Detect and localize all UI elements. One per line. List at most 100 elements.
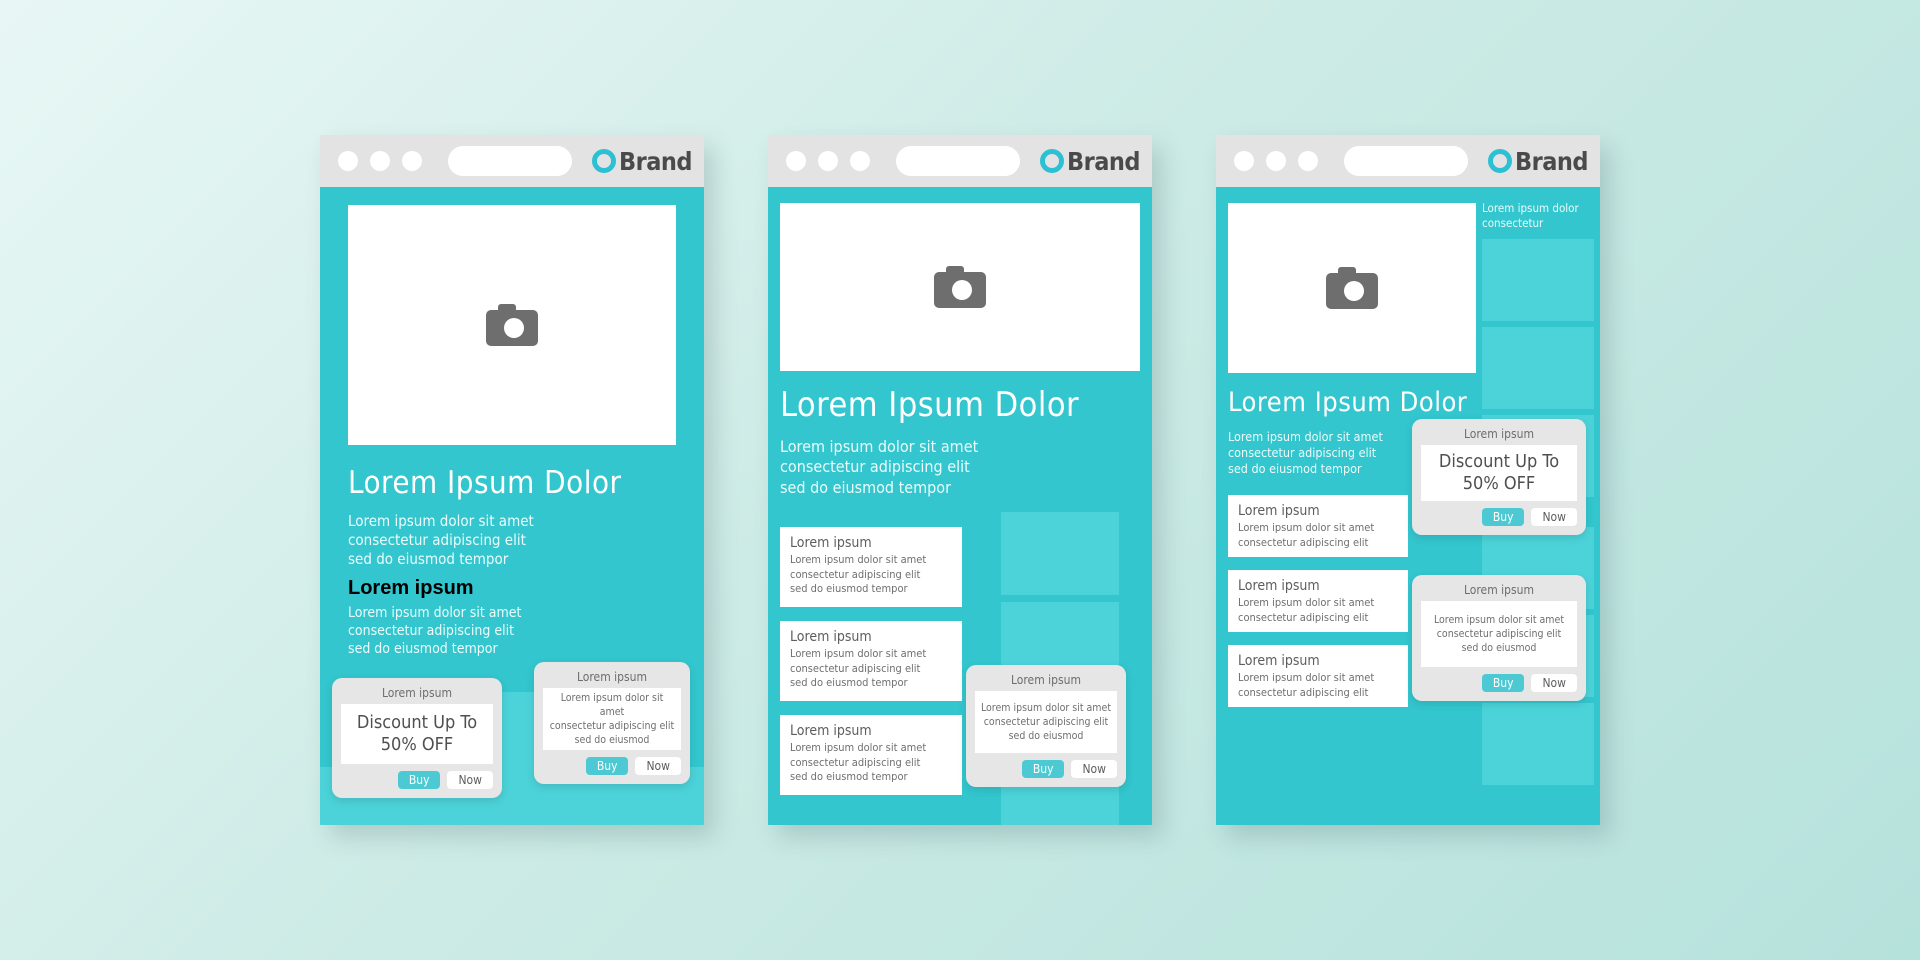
browser-chrome: Brand xyxy=(1216,135,1600,187)
list-item[interactable]: Lorem ipsum Lorem ipsum dolor sit amet c… xyxy=(780,621,962,701)
body-line: consectetur adipiscing elit xyxy=(790,661,921,675)
paragraph-line: sed do eiusmod tempor xyxy=(780,477,951,497)
brand-label: Brand xyxy=(1066,146,1141,176)
promo-actions: Buy Now xyxy=(1421,508,1577,526)
list-item-body: Lorem ipsum dolor sit amet consectetur a… xyxy=(790,741,952,785)
paragraph-line: sed do eiusmod tempor xyxy=(348,640,498,657)
list-item-body: Lorem ipsum dolor sit amet consectetur a… xyxy=(790,647,952,691)
discount-promo-card[interactable]: Lorem ipsum Discount Up To 50% OFF Buy N… xyxy=(1412,419,1586,535)
promo-body-line: sed do eiusmod xyxy=(574,734,650,747)
promo-actions: Buy Now xyxy=(975,760,1117,778)
brand-logo[interactable]: Brand xyxy=(1039,146,1141,176)
hero-image-placeholder xyxy=(348,205,676,445)
brand-logo[interactable]: Brand xyxy=(591,146,693,176)
paragraph-line: consectetur adipiscing elit xyxy=(780,457,970,477)
now-button[interactable]: Now xyxy=(1531,508,1577,526)
list-item[interactable]: Lorem ipsum Lorem ipsum dolor sit amet c… xyxy=(780,715,962,795)
hero-paragraph: Lorem ipsum dolor sit amet consectetur a… xyxy=(348,512,534,570)
sidebar-line: Lorem ipsum dolor xyxy=(1482,201,1579,215)
promo-caption: Lorem ipsum xyxy=(381,686,452,700)
list-item-title: Lorem ipsum xyxy=(790,629,872,645)
window-dot-icon xyxy=(370,151,390,171)
now-button[interactable]: Now xyxy=(1071,760,1117,778)
buy-button[interactable]: Buy xyxy=(585,757,629,775)
body-line: Lorem ipsum dolor sit amet xyxy=(790,553,927,566)
hero-paragraph: Lorem ipsum dolor sit amet consectetur a… xyxy=(1228,429,1383,477)
ring-logo-icon xyxy=(1039,149,1064,173)
sidebar-caption: Lorem ipsum dolor consectetur xyxy=(1482,201,1594,230)
brand-logo[interactable]: Brand xyxy=(1487,146,1589,176)
brand-label: Brand xyxy=(618,146,693,176)
now-button[interactable]: Now xyxy=(1531,674,1577,692)
promo-caption: Lorem ipsum xyxy=(576,670,647,684)
paragraph-line: sed do eiusmod tempor xyxy=(348,550,509,569)
discount-promo-card[interactable]: Lorem ipsum Discount Up To 50% OFF Buy N… xyxy=(332,678,502,798)
buy-button[interactable]: Buy xyxy=(1481,674,1525,692)
discount-headline: Discount Up To xyxy=(1438,451,1560,473)
window-dot-icon xyxy=(818,151,838,171)
paragraph-line: Lorem ipsum dolor sit amet xyxy=(348,605,522,621)
promo-actions: Buy Now xyxy=(341,771,493,789)
list-item[interactable]: Lorem ipsum Lorem ipsum dolor sit amet c… xyxy=(780,527,962,607)
promo-actions: Buy Now xyxy=(1421,674,1577,692)
address-bar-input[interactable] xyxy=(448,146,572,176)
list-item-title: Lorem ipsum xyxy=(790,535,872,551)
address-bar-input[interactable] xyxy=(896,146,1020,176)
paragraph-line: sed do eiusmod tempor xyxy=(1228,461,1362,476)
info-promo-card[interactable]: Lorem ipsum Lorem ipsum dolor sit amet c… xyxy=(966,665,1126,787)
ring-logo-icon xyxy=(1487,149,1512,173)
address-bar-input[interactable] xyxy=(1344,146,1468,176)
list-item[interactable]: Lorem ipsum Lorem ipsum dolor sit amet c… xyxy=(1228,645,1408,707)
body-line: sed do eiusmod tempor xyxy=(790,676,908,690)
body-line: sed do eiusmod tempor xyxy=(790,582,908,596)
section-subtitle: Lorem ipsum xyxy=(348,577,474,599)
paragraph-line: consectetur adipiscing elit xyxy=(348,531,526,550)
camera-icon xyxy=(486,304,538,346)
window-dot-icon xyxy=(1266,151,1286,171)
buy-button[interactable]: Buy xyxy=(1021,760,1065,778)
list-item-body: Lorem ipsum dolor sit amet consectetur a… xyxy=(790,553,952,597)
paragraph-line: consectetur adipiscing elit xyxy=(348,622,515,639)
buy-button[interactable]: Buy xyxy=(397,771,441,789)
list-item-title: Lorem ipsum xyxy=(1238,653,1320,669)
now-button[interactable]: Now xyxy=(635,757,681,775)
hero-paragraph: Lorem ipsum dolor sit amet consectetur a… xyxy=(780,437,978,498)
info-promo-card[interactable]: Lorem ipsum Lorem ipsum dolor sit amet c… xyxy=(534,662,690,784)
page-title: Lorem Ipsum Dolor xyxy=(348,465,622,501)
promo-caption: Lorem ipsum xyxy=(1010,673,1081,687)
list-item-title: Lorem ipsum xyxy=(790,723,872,739)
browser-chrome: Brand xyxy=(768,135,1152,187)
promo-body-line: sed do eiusmod xyxy=(1008,730,1084,743)
body-line: Lorem ipsum dolor sit amet xyxy=(1238,671,1375,684)
page-body: Lorem Ipsum Dolor Lorem ipsum dolor sit … xyxy=(768,187,1152,825)
list-item[interactable]: Lorem ipsum Lorem ipsum dolor sit amet c… xyxy=(1228,495,1408,557)
hero-image-placeholder xyxy=(780,203,1140,371)
buy-button[interactable]: Buy xyxy=(1481,508,1525,526)
promo-body-line: Lorem ipsum dolor sit amet xyxy=(560,691,664,718)
camera-icon xyxy=(934,266,986,308)
now-button[interactable]: Now xyxy=(447,771,493,789)
list-item[interactable]: Lorem ipsum Lorem ipsum dolor sit amet c… xyxy=(1228,570,1408,632)
discount-amount: 50% OFF xyxy=(380,734,454,755)
promo-content: Discount Up To 50% OFF xyxy=(341,704,493,764)
body-line: Lorem ipsum dolor sit amet xyxy=(790,741,927,754)
landing-page-template-1: Brand Lorem Ipsum Dolor Lorem ipsum dolo… xyxy=(320,135,704,825)
paragraph-line: Lorem ipsum dolor sit amet xyxy=(780,437,979,456)
sidebar-block xyxy=(1482,239,1594,321)
ring-logo-icon xyxy=(591,149,616,173)
promo-content: Lorem ipsum dolor sit amet consectetur a… xyxy=(543,688,681,750)
promo-caption: Lorem ipsum xyxy=(1463,427,1534,441)
list-item-body: Lorem ipsum dolor sit amet consectetur a… xyxy=(1238,671,1398,700)
list-item-body: Lorem ipsum dolor sit amet consectetur a… xyxy=(1238,521,1398,550)
decor-block xyxy=(1001,512,1119,595)
brand-label: Brand xyxy=(1514,146,1589,176)
body-line: consectetur adipiscing elit xyxy=(790,755,921,769)
info-promo-card[interactable]: Lorem ipsum Lorem ipsum dolor sit amet c… xyxy=(1412,575,1586,701)
window-dot-icon xyxy=(402,151,422,171)
window-dot-icon xyxy=(850,151,870,171)
paragraph-line: Lorem ipsum dolor sit amet xyxy=(348,512,534,530)
promo-actions: Buy Now xyxy=(543,757,681,775)
promo-caption: Lorem ipsum xyxy=(1463,583,1534,597)
window-dot-icon xyxy=(338,151,358,171)
landing-page-template-3: Brand Lorem ipsum dolor consectetur Lore… xyxy=(1216,135,1600,825)
